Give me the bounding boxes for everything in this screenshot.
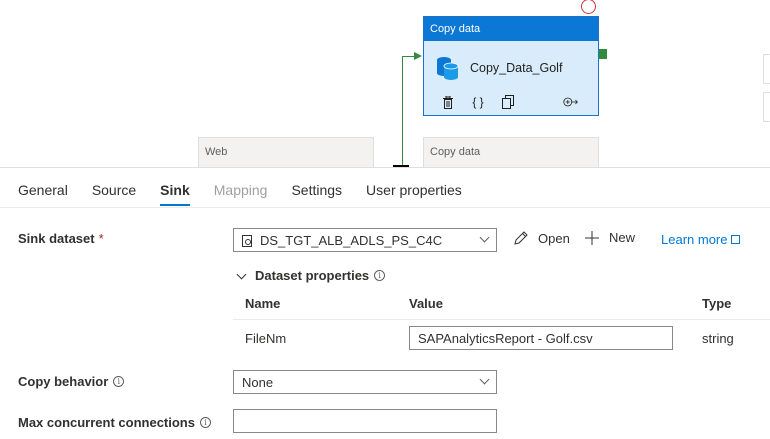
copy-icon[interactable] xyxy=(500,94,516,110)
success-output-port[interactable] xyxy=(599,49,607,59)
max-connections-label: Max concurrent connections i xyxy=(18,415,211,430)
tabs-underline xyxy=(0,207,770,208)
property-value-input[interactable]: SAPAnalyticsReport - Golf.csv xyxy=(409,326,673,350)
external-link-icon xyxy=(731,235,741,244)
copy-behavior-value: None xyxy=(242,375,274,390)
pipeline-canvas[interactable]: Copy data Copy_Data_Golf { } Web Copy da… xyxy=(0,0,770,167)
copy-behavior-label: Copy behavior i xyxy=(18,374,125,389)
tab-sink[interactable]: Sink xyxy=(160,182,190,206)
web-activity-node[interactable]: Web xyxy=(198,137,374,167)
error-indicator-icon xyxy=(581,0,596,14)
tab-general[interactable]: General xyxy=(18,182,68,206)
pencil-icon xyxy=(514,231,528,245)
chevron-down-icon xyxy=(479,232,490,243)
sink-dataset-select[interactable]: DS_TGT_ALB_ADLS_PS_C4C xyxy=(233,228,497,252)
info-icon[interactable]: i xyxy=(113,376,125,387)
tab-user-properties[interactable]: User properties xyxy=(366,182,462,206)
dependency-connector xyxy=(402,56,403,166)
plus-icon xyxy=(585,230,599,245)
property-type-cell: string xyxy=(702,331,734,346)
chevron-down-icon xyxy=(479,374,490,385)
info-icon[interactable]: i xyxy=(374,270,386,281)
max-connections-input[interactable] xyxy=(233,409,497,433)
connector-arrow-icon xyxy=(414,52,422,60)
chevron-down-icon xyxy=(236,269,247,279)
new-dataset-button[interactable]: New xyxy=(585,230,635,245)
add-output-icon[interactable] xyxy=(563,94,579,110)
table-header-divider xyxy=(233,319,770,320)
required-mark: * xyxy=(98,231,104,246)
activity-name: Copy_Data_Golf xyxy=(470,61,563,75)
copy-activity-node-2[interactable]: Copy data xyxy=(423,137,599,167)
canvas-side-tool[interactable] xyxy=(763,54,770,84)
dataset-properties-toggle[interactable]: Dataset properties i xyxy=(236,268,386,283)
column-header-name: Name xyxy=(245,296,281,311)
dataset-properties-title: Dataset properties xyxy=(255,268,370,283)
delete-icon[interactable] xyxy=(440,94,456,110)
tab-mapping[interactable]: Mapping xyxy=(214,182,268,206)
copy-behavior-select[interactable]: None xyxy=(233,370,497,394)
info-icon[interactable]: i xyxy=(199,417,211,428)
code-braces-icon[interactable]: { } xyxy=(470,94,486,110)
dataset-icon xyxy=(242,235,252,247)
property-name-cell: FileNm xyxy=(245,331,287,346)
open-label: Open xyxy=(538,230,570,246)
column-header-value: Value xyxy=(409,296,443,311)
learn-more-link[interactable]: Learn more xyxy=(661,232,741,247)
new-label: New xyxy=(609,230,636,245)
sink-dataset-label: Sink dataset * xyxy=(18,231,104,246)
tab-settings[interactable]: Settings xyxy=(291,182,342,206)
column-header-type: Type xyxy=(702,296,732,311)
open-dataset-button[interactable]: Open xyxy=(513,230,570,246)
canvas-side-tool[interactable] xyxy=(763,92,770,122)
panel-divider[interactable] xyxy=(0,167,770,168)
tab-source[interactable]: Source xyxy=(92,182,136,206)
copy-activity-node[interactable]: Copy data Copy_Data_Golf { } xyxy=(423,16,599,116)
database-icon xyxy=(437,57,459,80)
sink-dataset-value: DS_TGT_ALB_ADLS_PS_C4C xyxy=(260,233,443,248)
activity-type-label: Copy data xyxy=(424,17,598,41)
properties-tabs: General Source Sink Mapping Settings Use… xyxy=(18,182,486,206)
